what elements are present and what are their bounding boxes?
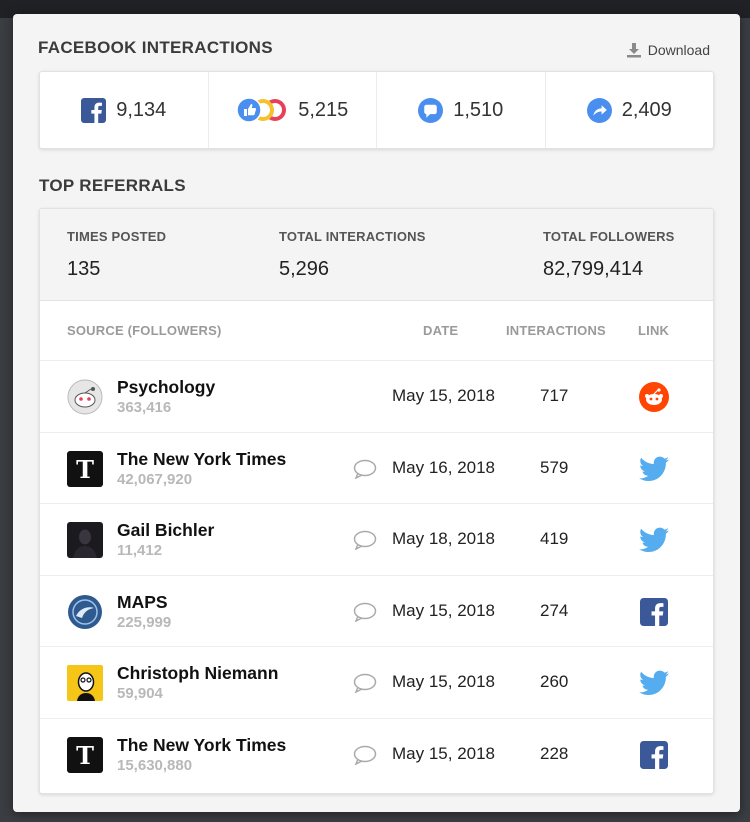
column-source: SOURCE (FOLLOWERS) [67,323,222,338]
post-date: May 15, 2018 [392,743,496,763]
times-posted-value: 135 [67,258,101,280]
table-row: Christoph Niemann 59,904 May 15, 2018 26… [40,647,713,719]
twitter-icon[interactable] [638,667,670,699]
nyt-avatar: T [67,450,103,487]
facebook-icon [81,97,107,123]
source-name[interactable]: Psychology [117,377,215,398]
comment-bubble-icon[interactable] [353,530,377,555]
source-followers: 11,412 [117,542,163,559]
share-icon [586,97,612,123]
column-link: LINK [638,323,670,338]
comment-bubble-icon[interactable] [353,602,377,627]
nyt-avatar: T [67,736,103,773]
source-followers: 59,904 [117,685,163,702]
total-followers-value: 82,799,414 [543,258,644,280]
popover-caret [611,16,641,30]
source-name[interactable]: Gail Bichler [117,520,214,541]
column-interactions: INTERACTIONS [506,323,606,338]
interaction-count: 274 [540,600,569,620]
comment-bubble-icon[interactable] [353,673,377,698]
source-name[interactable]: The New York Times [117,449,286,470]
interactions-popover: FACEBOOK INTERACTIONS Download 9,134 5,2… [13,14,740,812]
download-icon [626,43,641,58]
source-followers: 42,067,920 [117,470,193,488]
source-name[interactable]: The New York Times [117,735,286,756]
post-date: May 16, 2018 [392,457,496,477]
stat-reactions: 5,215 [209,72,377,148]
total-interactions-value: 5,296 [279,258,330,280]
stat-shares: 2,409 [546,72,714,148]
stat-facebook: 9,134 [40,72,209,148]
source-name[interactable]: MAPS [117,592,168,613]
source-followers: 15,630,880 [117,756,193,774]
twitter-icon[interactable] [638,524,670,556]
illustration-avatar [67,665,103,701]
times-posted: TIMES POSTED 135 [67,229,166,281]
interaction-count: 260 [540,672,569,691]
interaction-count: 419 [540,529,569,548]
total-followers-label: TOTAL FOLLOWERS [543,229,675,244]
interaction-count: 228 [540,743,569,763]
post-date: May 18, 2018 [392,529,496,548]
stat-value: 5,215 [298,98,349,121]
post-date: May 15, 2018 [392,600,496,620]
times-posted-label: TIMES POSTED [67,229,167,244]
photo-avatar [67,522,103,558]
post-date: May 15, 2018 [392,672,496,691]
comment-bubble-icon[interactable] [353,459,377,484]
twitter-icon[interactable] [638,453,670,485]
download-button[interactable]: Download [626,42,710,58]
comment-bubble-icon[interactable] [353,745,377,770]
stat-value: 9,134 [116,98,167,121]
source-followers: 363,416 [117,399,172,416]
stat-value: 2,409 [621,98,672,121]
stat-comments: 1,510 [377,72,546,148]
reddit-icon[interactable] [638,381,670,413]
download-label: Download [647,42,710,58]
table-row: T The New York Times 15,630,880 May 15, … [40,719,713,791]
table-row: Gail Bichler 11,412 May 18, 2018 419 [40,504,713,576]
source-followers: 225,999 [117,613,172,631]
interaction-count: 579 [540,457,569,477]
table-row: MAPS 225,999 May 15, 2018 274 [40,576,713,647]
table-row: T The New York Times 42,067,920 May 16, … [40,433,713,504]
table-row: Psychology 363,416 May 15, 2018 717 [40,361,713,433]
total-interactions-label: TOTAL INTERACTIONS [279,229,426,244]
referrals-summary: TIMES POSTED 135 TOTAL INTERACTIONS 5,29… [40,209,713,301]
stat-value: 1,510 [453,98,504,121]
interaction-stats: 9,134 5,215 1,510 2,409 [39,71,714,149]
column-date: DATE [423,323,459,338]
total-interactions: TOTAL INTERACTIONS 5,296 [279,229,426,281]
facebook-icon[interactable] [638,739,670,771]
source-name[interactable]: Christoph Niemann [117,663,278,684]
interaction-count: 717 [540,386,569,405]
svg-text:T: T [76,741,94,770]
facebook-interactions-title: FACEBOOK INTERACTIONS [38,38,273,57]
table-header: SOURCE (FOLLOWERS) DATE INTERACTIONS LIN… [40,301,713,361]
comment-icon [418,97,444,123]
post-date: May 15, 2018 [392,386,496,405]
top-referrals-title: TOP REFERRALS [39,176,186,195]
total-followers: TOTAL FOLLOWERS 82,799,414 [543,229,675,281]
reddit-avatar [67,379,103,415]
maps-avatar [67,594,103,630]
facebook-icon[interactable] [638,596,670,628]
svg-text:T: T [76,455,94,484]
referrals-card: TIMES POSTED 135 TOTAL INTERACTIONS 5,29… [39,208,714,794]
reactions-icon [236,97,288,123]
